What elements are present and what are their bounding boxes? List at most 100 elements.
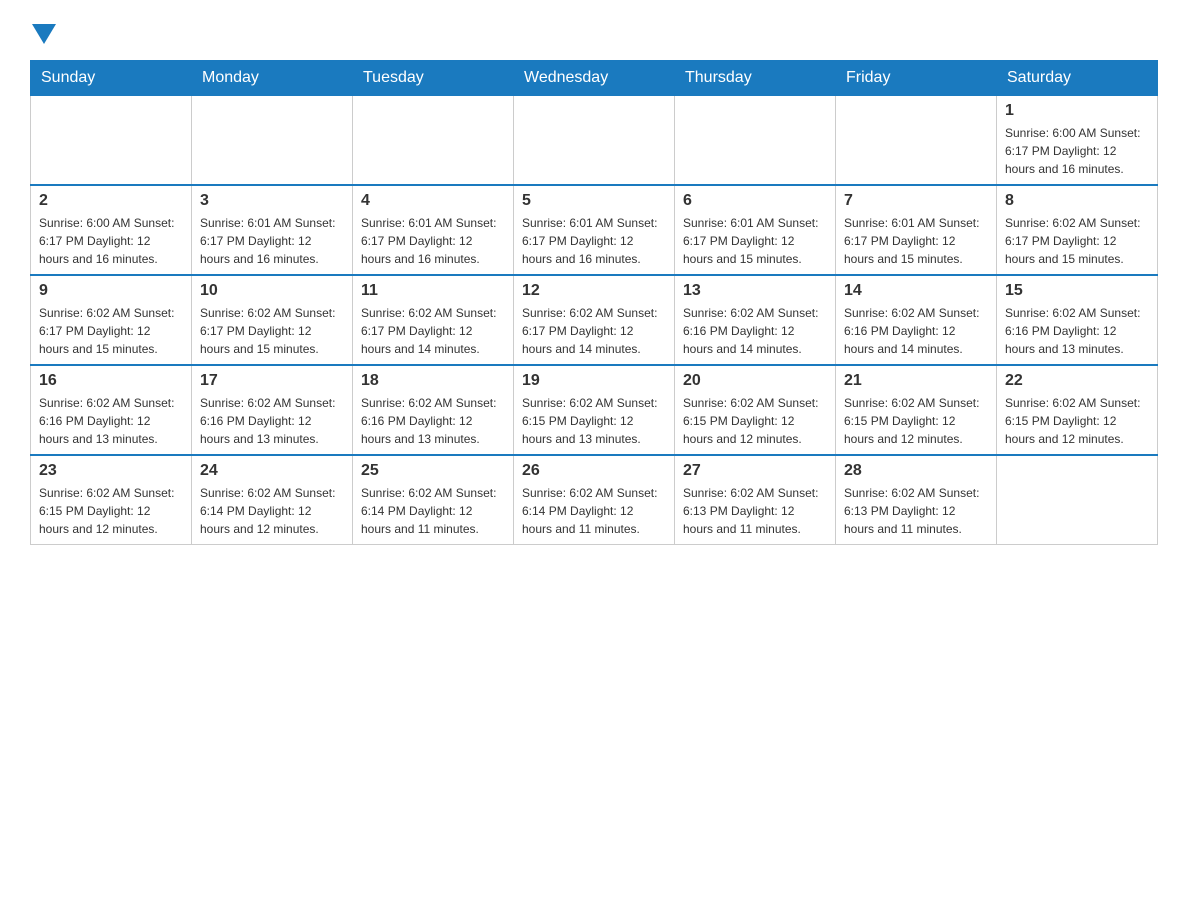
day-info: Sunrise: 6:02 AM Sunset: 6:16 PM Dayligh…	[844, 304, 988, 358]
calendar-cell	[836, 96, 997, 186]
calendar-cell: 2 Sunrise: 6:00 AM Sunset: 6:17 PM Daylig…	[31, 185, 192, 275]
weekday-header-saturday: Saturday	[997, 61, 1158, 96]
weekday-header-tuesday: Tuesday	[353, 61, 514, 96]
calendar-cell: 23 Sunrise: 6:02 AM Sunset: 6:15 PM Dayli…	[31, 455, 192, 545]
day-number: 9	[39, 282, 183, 300]
calendar-cell: 20Sunrise: 6:02 AM Sunset: 6:15 PM Dayli…	[675, 365, 836, 455]
day-number: 17	[200, 372, 344, 390]
day-number: 28	[844, 462, 988, 480]
day-info: Sunrise: 6:02 AM Sunset: 6:15 PM Dayligh…	[1005, 394, 1149, 448]
calendar-week-row: 2 Sunrise: 6:00 AM Sunset: 6:17 PM Daylig…	[31, 185, 1158, 275]
day-info: Sunrise: 6:02 AM Sunset: 6:14 PM Dayligh…	[200, 484, 344, 538]
day-number: 12	[522, 282, 666, 300]
calendar-cell: 18 Sunrise: 6:02 AM Sunset: 6:16 PM Dayli…	[353, 365, 514, 455]
day-info: Sunrise: 6:02 AM Sunset: 6:14 PM Dayligh…	[361, 484, 505, 538]
calendar-cell	[514, 96, 675, 186]
calendar-cell: 3 Sunrise: 6:01 AM Sunset: 6:17 PM Daylig…	[192, 185, 353, 275]
day-number: 24	[200, 462, 344, 480]
calendar-cell: 27 Sunrise: 6:02 AM Sunset: 6:13 PM Dayli…	[675, 455, 836, 545]
day-info: Sunrise: 6:02 AM Sunset: 6:16 PM Dayligh…	[1005, 304, 1149, 358]
calendar-week-row: 9 Sunrise: 6:02 AM Sunset: 6:17 PM Daylig…	[31, 275, 1158, 365]
day-number: 3	[200, 192, 344, 210]
day-info: Sunrise: 6:02 AM Sunset: 6:16 PM Dayligh…	[200, 394, 344, 448]
calendar-cell: 14 Sunrise: 6:02 AM Sunset: 6:16 PM Dayli…	[836, 275, 997, 365]
day-number: 26	[522, 462, 666, 480]
day-number: 7	[844, 192, 988, 210]
day-info: Sunrise: 6:02 AM Sunset: 6:16 PM Dayligh…	[361, 394, 505, 448]
calendar-cell: 11Sunrise: 6:02 AM Sunset: 6:17 PM Dayli…	[353, 275, 514, 365]
day-number: 8	[1005, 192, 1149, 210]
day-number: 13	[683, 282, 827, 300]
day-number: 11	[361, 282, 505, 300]
day-number: 16	[39, 372, 183, 390]
calendar-cell: 10 Sunrise: 6:02 AM Sunset: 6:17 PM Dayli…	[192, 275, 353, 365]
day-number: 6	[683, 192, 827, 210]
day-info: Sunrise: 6:02 AM Sunset: 6:15 PM Dayligh…	[844, 394, 988, 448]
calendar-cell	[192, 96, 353, 186]
calendar-cell: 13 Sunrise: 6:02 AM Sunset: 6:16 PM Dayli…	[675, 275, 836, 365]
day-info: Sunrise: 6:02 AM Sunset: 6:15 PM Dayligh…	[39, 484, 183, 538]
weekday-header-wednesday: Wednesday	[514, 61, 675, 96]
calendar-cell	[353, 96, 514, 186]
day-info: Sunrise: 6:00 AM Sunset: 6:17 PM Dayligh…	[39, 214, 183, 268]
calendar-cell: 24 Sunrise: 6:02 AM Sunset: 6:14 PM Dayli…	[192, 455, 353, 545]
day-info: Sunrise: 6:02 AM Sunset: 6:15 PM Dayligh…	[522, 394, 666, 448]
weekday-header-thursday: Thursday	[675, 61, 836, 96]
calendar-cell: 19 Sunrise: 6:02 AM Sunset: 6:15 PM Dayli…	[514, 365, 675, 455]
day-info: Sunrise: 6:01 AM Sunset: 6:17 PM Dayligh…	[200, 214, 344, 268]
calendar-week-row: 23 Sunrise: 6:02 AM Sunset: 6:15 PM Dayli…	[31, 455, 1158, 545]
day-info: Sunrise: 6:01 AM Sunset: 6:17 PM Dayligh…	[522, 214, 666, 268]
day-info: Sunrise: 6:02 AM Sunset: 6:16 PM Dayligh…	[683, 304, 827, 358]
day-number: 27	[683, 462, 827, 480]
day-info: Sunrise: 6:02 AM Sunset: 6:17 PM Dayligh…	[522, 304, 666, 358]
calendar-cell: 9Sunrise: 6:02 AM Sunset: 6:17 PM Daylig…	[31, 275, 192, 365]
day-info: Sunrise: 6:02 AM Sunset: 6:13 PM Dayligh…	[683, 484, 827, 538]
calendar-cell	[675, 96, 836, 186]
calendar-cell: 22 Sunrise: 6:02 AM Sunset: 6:15 PM Dayli…	[997, 365, 1158, 455]
day-info: Sunrise: 6:02 AM Sunset: 6:14 PM Dayligh…	[522, 484, 666, 538]
calendar-cell: 7 Sunrise: 6:01 AM Sunset: 6:17 PM Daylig…	[836, 185, 997, 275]
day-info: Sunrise: 6:01 AM Sunset: 6:17 PM Dayligh…	[361, 214, 505, 268]
calendar-cell	[31, 96, 192, 186]
calendar-cell: 17 Sunrise: 6:02 AM Sunset: 6:16 PM Dayli…	[192, 365, 353, 455]
calendar-cell: 28 Sunrise: 6:02 AM Sunset: 6:13 PM Dayli…	[836, 455, 997, 545]
page-header	[30, 20, 1158, 44]
calendar-cell	[997, 455, 1158, 545]
calendar-cell: 1Sunrise: 6:00 AM Sunset: 6:17 PM Daylig…	[997, 96, 1158, 186]
day-number: 4	[361, 192, 505, 210]
calendar-week-row: 1Sunrise: 6:00 AM Sunset: 6:17 PM Daylig…	[31, 96, 1158, 186]
weekday-header-monday: Monday	[192, 61, 353, 96]
day-number: 10	[200, 282, 344, 300]
calendar-cell: 6 Sunrise: 6:01 AM Sunset: 6:17 PM Daylig…	[675, 185, 836, 275]
calendar-week-row: 16 Sunrise: 6:02 AM Sunset: 6:16 PM Dayli…	[31, 365, 1158, 455]
calendar-cell: 25Sunrise: 6:02 AM Sunset: 6:14 PM Dayli…	[353, 455, 514, 545]
weekday-header-row: SundayMondayTuesdayWednesdayThursdayFrid…	[31, 61, 1158, 96]
day-number: 2	[39, 192, 183, 210]
calendar-cell: 12 Sunrise: 6:02 AM Sunset: 6:17 PM Dayli…	[514, 275, 675, 365]
logo	[30, 20, 56, 44]
weekday-header-sunday: Sunday	[31, 61, 192, 96]
calendar-cell: 4 Sunrise: 6:01 AM Sunset: 6:17 PM Daylig…	[353, 185, 514, 275]
day-number: 23	[39, 462, 183, 480]
logo-triangle-icon	[32, 24, 56, 44]
calendar-cell: 15 Sunrise: 6:02 AM Sunset: 6:16 PM Dayli…	[997, 275, 1158, 365]
day-number: 22	[1005, 372, 1149, 390]
day-info: Sunrise: 6:01 AM Sunset: 6:17 PM Dayligh…	[844, 214, 988, 268]
day-info: Sunrise: 6:02 AM Sunset: 6:13 PM Dayligh…	[844, 484, 988, 538]
day-info: Sunrise: 6:02 AM Sunset: 6:17 PM Dayligh…	[200, 304, 344, 358]
day-number: 15	[1005, 282, 1149, 300]
day-info: Sunrise: 6:00 AM Sunset: 6:17 PM Dayligh…	[1005, 124, 1149, 178]
day-number: 19	[522, 372, 666, 390]
calendar-cell: 5Sunrise: 6:01 AM Sunset: 6:17 PM Daylig…	[514, 185, 675, 275]
calendar-table: SundayMondayTuesdayWednesdayThursdayFrid…	[30, 60, 1158, 545]
day-number: 21	[844, 372, 988, 390]
day-info: Sunrise: 6:01 AM Sunset: 6:17 PM Dayligh…	[683, 214, 827, 268]
calendar-cell: 21 Sunrise: 6:02 AM Sunset: 6:15 PM Dayli…	[836, 365, 997, 455]
calendar-cell: 26 Sunrise: 6:02 AM Sunset: 6:14 PM Dayli…	[514, 455, 675, 545]
day-number: 14	[844, 282, 988, 300]
day-info: Sunrise: 6:02 AM Sunset: 6:17 PM Dayligh…	[1005, 214, 1149, 268]
day-number: 20	[683, 372, 827, 390]
calendar-cell: 8 Sunrise: 6:02 AM Sunset: 6:17 PM Daylig…	[997, 185, 1158, 275]
day-number: 18	[361, 372, 505, 390]
weekday-header-friday: Friday	[836, 61, 997, 96]
